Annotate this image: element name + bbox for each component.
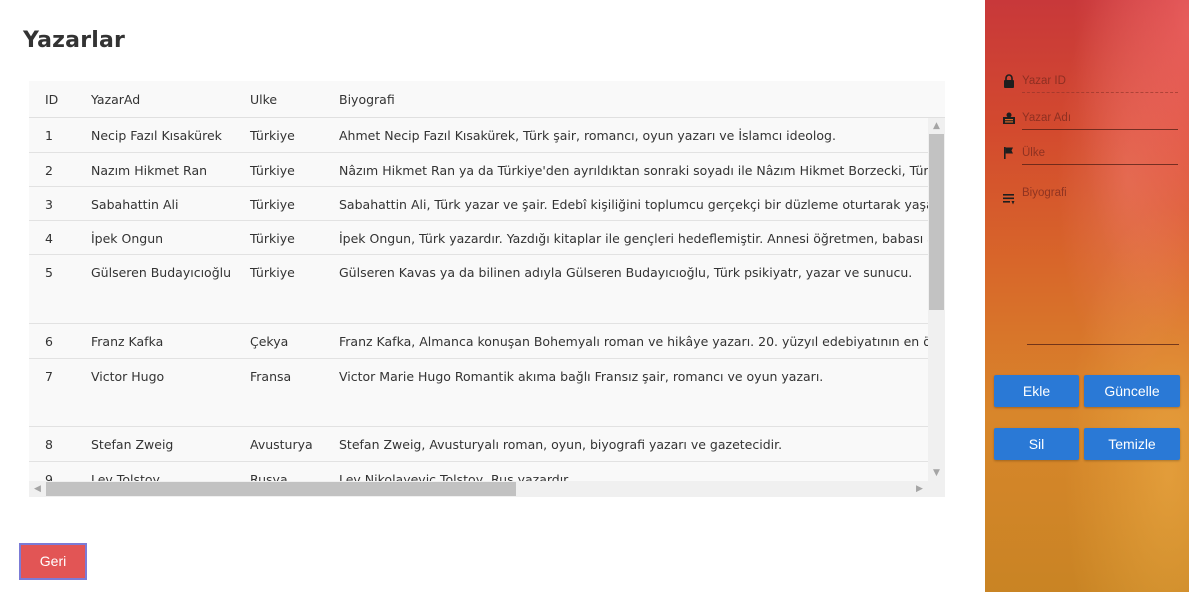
cell-yazar-ad: Gülseren Budayıcıoğlu — [91, 265, 232, 280]
cell-id: 3 — [45, 197, 53, 212]
lock-icon — [1002, 73, 1018, 89]
grid-header: ID YazarAd Ulke Biyografi — [29, 81, 945, 118]
cell-ulke: Türkiye — [250, 128, 295, 143]
cell-biyografi: Lev Nikolayeviç Tolstoy, Rus yazardır. — [339, 472, 572, 481]
horizontal-scroll-thumb[interactable] — [46, 482, 516, 496]
cell-yazar-ad: Franz Kafka — [91, 334, 164, 349]
column-header-ulke[interactable]: Ulke — [250, 92, 277, 107]
ulke-field: Ülke — [1000, 145, 1180, 167]
cell-biyografi: Ahmet Necip Fazıl Kısakürek, Türk şair, … — [339, 128, 836, 143]
cell-id: 9 — [45, 472, 53, 481]
table-row[interactable]: 3 Sabahattin Ali Türkiye Sabahattin Ali,… — [29, 187, 928, 221]
column-header-biyografi[interactable]: Biyografi — [339, 92, 395, 107]
cell-yazar-ad: Stefan Zweig — [91, 437, 174, 452]
table-row[interactable]: 9 Lev Tolstoy Rusya Lev Nikolayeviç Tols… — [29, 462, 928, 481]
grid-body: 1 Necip Fazıl Kısakürek Türkiye Ahmet Ne… — [29, 118, 928, 481]
scrollbar-corner — [928, 481, 945, 497]
table-row[interactable]: 7 Victor Hugo Fransa Victor Marie Hugo R… — [29, 359, 928, 427]
cell-id: 5 — [45, 265, 53, 280]
cell-id: 1 — [45, 128, 53, 143]
notes-icon — [1002, 191, 1018, 207]
yazar-adi-field: Yazar Adı — [1000, 110, 1180, 132]
cell-ulke: Türkiye — [250, 265, 295, 280]
vertical-scrollbar[interactable]: ▲ ▼ — [928, 118, 945, 481]
cell-id: 6 — [45, 334, 53, 349]
cell-yazar-ad: İpek Ongun — [91, 231, 164, 246]
horizontal-scrollbar[interactable]: ◀ ▶ — [29, 481, 928, 497]
table-row[interactable]: 6 Franz Kafka Çekya Franz Kafka, Almanca… — [29, 324, 928, 359]
scroll-up-arrow-icon[interactable]: ▲ — [928, 118, 945, 134]
table-row[interactable]: 5 Gülseren Budayıcıoğlu Türkiye Gülseren… — [29, 255, 928, 324]
table-row[interactable]: 8 Stefan Zweig Avusturya Stefan Zweig, A… — [29, 427, 928, 462]
cell-ulke: Türkiye — [250, 163, 295, 178]
ekle-button[interactable]: Ekle — [994, 375, 1079, 407]
temizle-button[interactable]: Temizle — [1084, 428, 1180, 460]
yazar-id-field: Yazar ID — [1000, 73, 1180, 95]
yazar-adi-input[interactable]: Yazar Adı — [1022, 110, 1178, 130]
table-row[interactable]: 2 Nazım Hikmet Ran Türkiye Nâzım Hikmet … — [29, 153, 928, 187]
cell-ulke: Avusturya — [250, 437, 313, 452]
cell-ulke: Rusya — [250, 472, 288, 481]
ulke-input[interactable]: Ülke — [1022, 145, 1178, 165]
cell-ulke: Türkiye — [250, 197, 295, 212]
table-row[interactable]: 4 İpek Ongun Türkiye İpek Ongun, Türk ya… — [29, 221, 928, 255]
cell-yazar-ad: Victor Hugo — [91, 369, 165, 384]
cell-ulke: Çekya — [250, 334, 289, 349]
biyografi-field: Biyografi — [1000, 185, 1180, 345]
cell-biyografi: Franz Kafka, Almanca konuşan Bohemyalı r… — [339, 334, 928, 349]
cell-ulke: Fransa — [250, 369, 292, 384]
cell-id: 4 — [45, 231, 53, 246]
cell-biyografi: Victor Marie Hugo Romantik akıma bağlı F… — [339, 369, 824, 384]
cell-id: 2 — [45, 163, 53, 178]
scroll-left-arrow-icon[interactable]: ◀ — [29, 481, 46, 497]
yazar-id-input[interactable]: Yazar ID — [1022, 73, 1178, 93]
scroll-down-arrow-icon[interactable]: ▼ — [928, 465, 945, 481]
cell-yazar-ad: Necip Fazıl Kısakürek — [91, 128, 222, 143]
column-header-yazarad[interactable]: YazarAd — [91, 92, 140, 107]
page-title: Yazarlar — [23, 28, 126, 53]
vertical-scroll-thumb[interactable] — [929, 134, 944, 310]
cell-ulke: Türkiye — [250, 231, 295, 246]
cell-id: 8 — [45, 437, 53, 452]
column-header-id[interactable]: ID — [45, 92, 58, 107]
back-button[interactable]: Geri — [19, 543, 87, 580]
authors-grid[interactable]: ID YazarAd Ulke Biyografi 1 Necip Fazıl … — [29, 81, 945, 497]
cell-yazar-ad: Nazım Hikmet Ran — [91, 163, 208, 178]
biyografi-textarea[interactable] — [1027, 205, 1179, 345]
table-row[interactable]: 1 Necip Fazıl Kısakürek Türkiye Ahmet Ne… — [29, 118, 928, 153]
cell-biyografi: Sabahattin Ali, Türk yazar ve şair. Edeb… — [339, 197, 928, 212]
scroll-right-arrow-icon[interactable]: ▶ — [911, 481, 928, 497]
cell-biyografi: İpek Ongun, Türk yazardır. Yazdığı kitap… — [339, 231, 928, 246]
main-panel: Yazarlar ID YazarAd Ulke Biyografi 1 Nec… — [0, 0, 985, 592]
guncelle-button[interactable]: Güncelle — [1084, 375, 1180, 407]
cell-yazar-ad: Lev Tolstoy — [91, 472, 160, 481]
person-card-icon — [1002, 110, 1018, 126]
cell-yazar-ad: Sabahattin Ali — [91, 197, 179, 212]
cell-biyografi: Nâzım Hikmet Ran ya da Türkiye'den ayrıl… — [339, 163, 928, 178]
biyografi-label: Biyografi — [1022, 187, 1067, 199]
form-panel: Yazar ID Yazar Adı Ülke Biyografi Ekle G… — [985, 0, 1189, 592]
flag-icon — [1002, 145, 1018, 161]
sil-button[interactable]: Sil — [994, 428, 1079, 460]
cell-biyografi: Gülseren Kavas ya da bilinen adıyla Güls… — [339, 265, 913, 280]
cell-id: 7 — [45, 369, 53, 384]
cell-biyografi: Stefan Zweig, Avusturyalı roman, oyun, b… — [339, 437, 783, 452]
